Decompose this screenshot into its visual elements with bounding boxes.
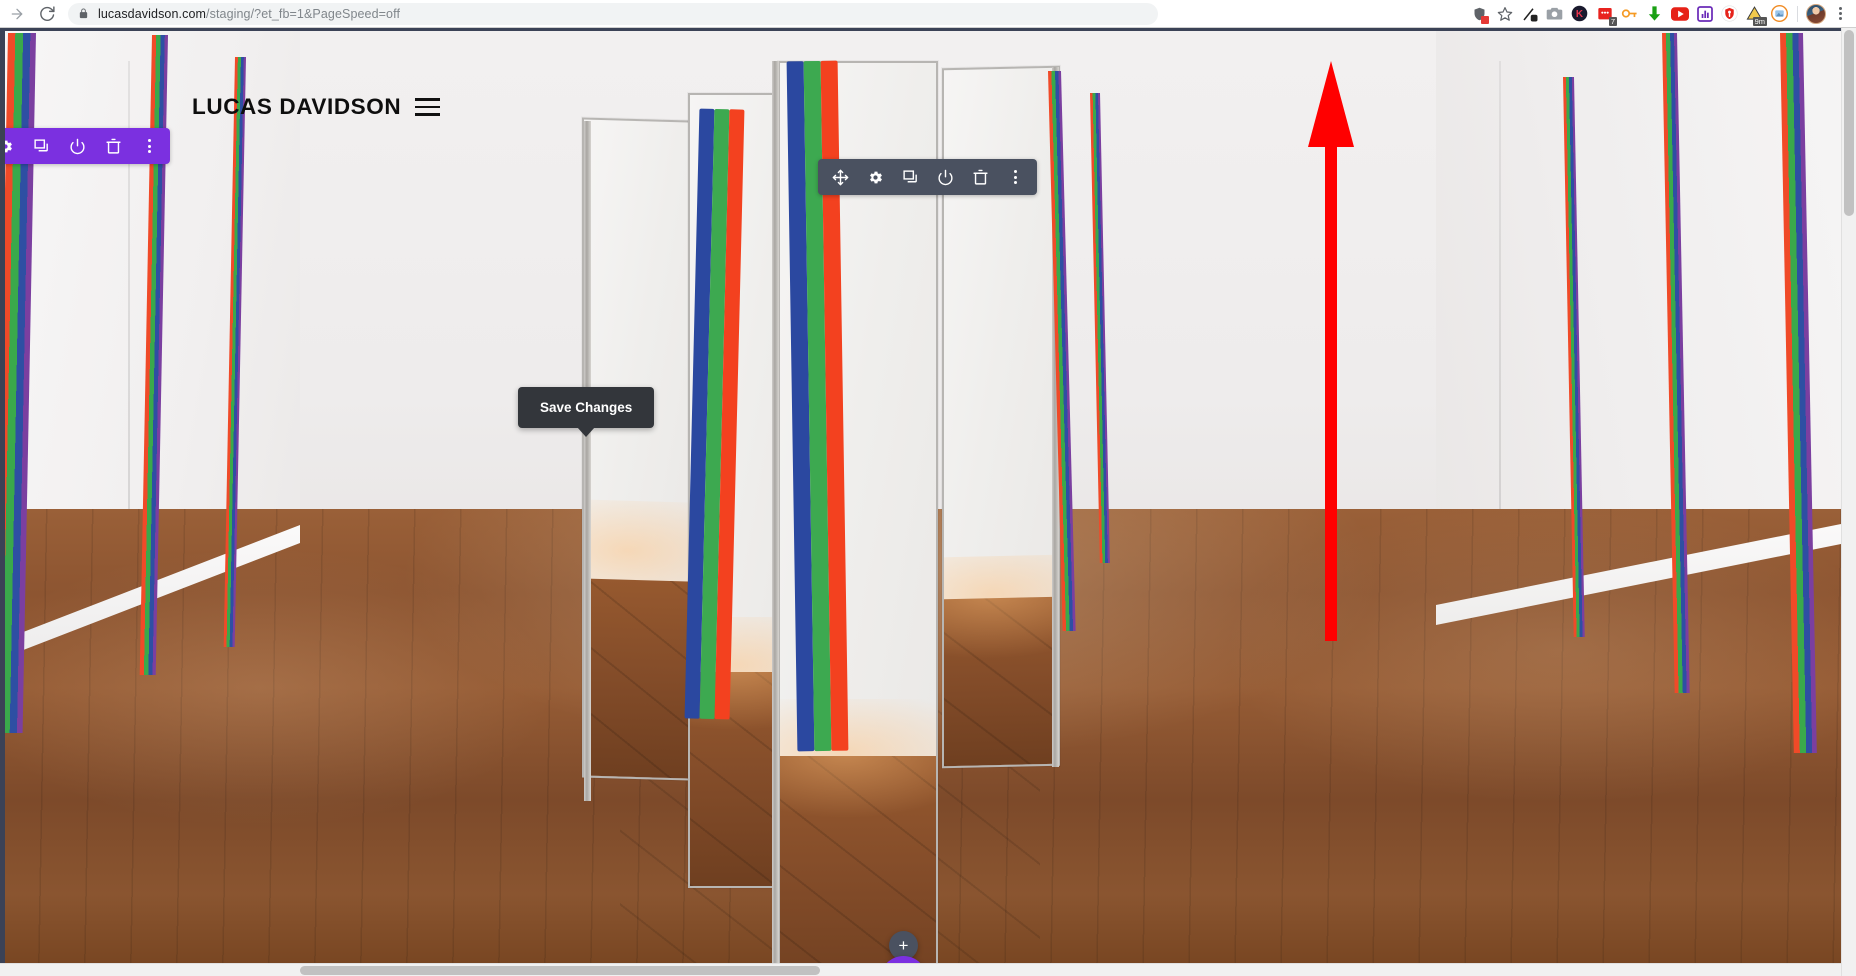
youtube-icon[interactable]	[1667, 1, 1692, 27]
lock-icon	[78, 7, 89, 20]
more-options-kebab-icon[interactable]	[140, 137, 158, 155]
url-text: lucasdavidson.com/staging/?et_fb=1&PageS…	[98, 6, 401, 21]
delete-trash-icon[interactable]	[971, 168, 989, 186]
more-options-kebab-icon[interactable]	[1006, 168, 1024, 186]
svg-text:K: K	[1576, 9, 1584, 20]
forward-arrow-icon[interactable]	[2, 1, 32, 27]
site-header: LUCAS DAVIDSON	[192, 94, 441, 120]
section-settings-toolbar[interactable]	[0, 128, 170, 164]
duplicate-icon[interactable]	[901, 168, 919, 186]
vertical-scrollbar-thumb[interactable]	[1844, 30, 1854, 216]
extension-badge: 9m	[1752, 16, 1767, 26]
shield-blocked-icon[interactable]	[1467, 1, 1492, 27]
horizontal-scrollbar[interactable]	[0, 963, 1841, 976]
module-settings-toolbar[interactable]	[818, 159, 1037, 195]
yellow-triangle-icon[interactable]: 9m	[1742, 1, 1767, 27]
reload-icon[interactable]	[32, 1, 62, 27]
mirror-post	[584, 121, 591, 801]
extension-badge: 7	[1608, 16, 1617, 26]
settings-gear-icon[interactable]	[0, 137, 14, 155]
eyedropper-icon[interactable]	[1517, 1, 1542, 27]
toolbar-divider	[1797, 5, 1798, 22]
navigation-buttons	[0, 1, 62, 27]
move-handle-icon[interactable]	[831, 168, 849, 186]
green-download-arrow-icon[interactable]	[1642, 1, 1667, 27]
letter-k-icon[interactable]: K	[1567, 1, 1592, 27]
avatar[interactable]	[1803, 1, 1828, 27]
save-changes-tooltip: Save Changes	[518, 387, 655, 437]
delete-trash-icon[interactable]	[104, 137, 122, 155]
orange-key-icon[interactable]	[1617, 1, 1642, 27]
address-bar[interactable]: lucasdavidson.com/staging/?et_fb=1&PageS…	[68, 2, 1158, 25]
mirror-post	[772, 61, 779, 976]
orange-image-icon[interactable]	[1767, 1, 1792, 27]
bookmark-star-icon[interactable]	[1492, 1, 1517, 27]
disable-power-icon[interactable]	[68, 137, 86, 155]
browser-toolbar: lucasdavidson.com/staging/?et_fb=1&PageS…	[0, 0, 1856, 28]
chrome-menu-kebab-icon[interactable]	[1828, 1, 1852, 27]
hamburger-menu-icon[interactable]	[415, 98, 441, 116]
duplicate-icon[interactable]	[32, 137, 50, 155]
screenshot-root: lucasdavidson.com/staging/?et_fb=1&PageS…	[0, 0, 1856, 976]
camera-icon[interactable]	[1542, 1, 1567, 27]
vertical-scrollbar[interactable]	[1841, 28, 1856, 976]
settings-gear-icon[interactable]	[866, 168, 884, 186]
red-notes-icon[interactable]: 7	[1592, 1, 1617, 27]
page-viewport: LUCAS DAVIDSON Save Changes +	[0, 28, 1856, 976]
mirror-panel	[582, 117, 690, 781]
disable-power-icon[interactable]	[936, 168, 954, 186]
horizontal-scrollbar-thumb[interactable]	[300, 966, 820, 975]
purple-chart-icon[interactable]	[1692, 1, 1717, 27]
red-shield-icon[interactable]	[1717, 1, 1742, 27]
extension-icons-area: K 7 9m	[1467, 0, 1856, 28]
site-logo[interactable]: LUCAS DAVIDSON	[192, 94, 401, 120]
